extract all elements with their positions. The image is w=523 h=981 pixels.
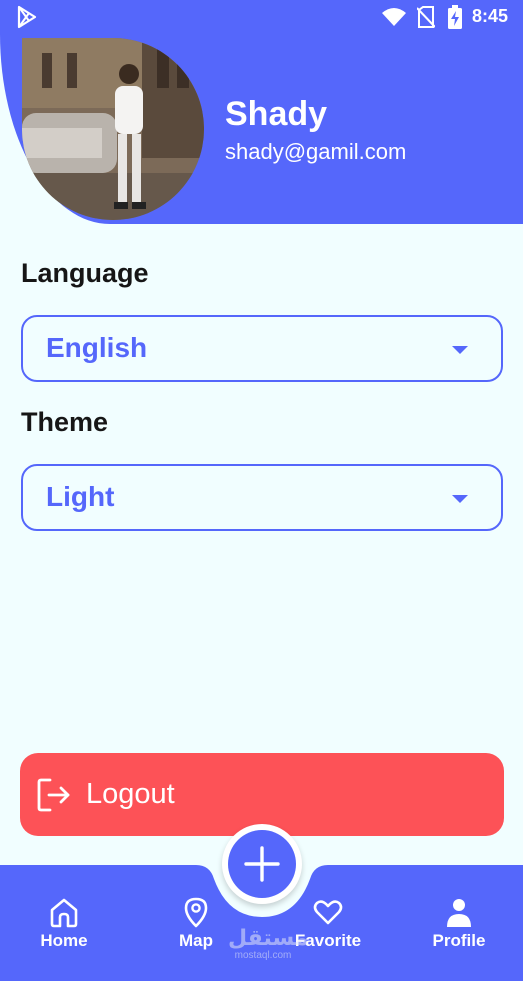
nav-item-home[interactable]: Home	[19, 895, 109, 965]
theme-label: Theme	[21, 407, 109, 437]
nav-label-home: Home	[40, 931, 88, 950]
no-sim-icon	[417, 6, 435, 28]
watermark-sub: mostaql.com	[234, 950, 292, 961]
map-pin-icon	[184, 897, 208, 928]
status-bar: 8:45	[0, 0, 523, 34]
profile-email: shady@gamil.com	[225, 139, 407, 164]
watermark-main: مستقل	[228, 926, 309, 951]
home-icon	[50, 898, 78, 928]
add-fab-button[interactable]	[222, 824, 302, 904]
battery-charging-icon	[448, 5, 462, 29]
theme-select[interactable]: Light	[21, 464, 503, 531]
theme-selected-value: Light	[46, 481, 115, 512]
play-store-icon	[17, 5, 37, 29]
wifi-icon	[382, 8, 406, 26]
status-time: 8:45	[472, 6, 509, 26]
fab-inner	[228, 830, 296, 898]
logout-label: Logout	[86, 778, 175, 810]
nav-label-profile: Profile	[432, 931, 486, 950]
language-label: Language	[21, 258, 149, 288]
profile-photo	[22, 38, 204, 220]
dropdown-caret-icon	[452, 346, 468, 354]
plus-icon	[244, 846, 280, 882]
language-select[interactable]: English	[21, 315, 503, 382]
logout-icon	[37, 778, 70, 812]
dropdown-caret-icon	[452, 495, 468, 503]
avatar[interactable]	[22, 38, 204, 220]
nav-item-profile[interactable]: Profile	[414, 895, 504, 965]
watermark: مستقل mostaql.com	[228, 926, 309, 962]
profile-name: Shady	[225, 95, 328, 133]
heart-icon	[313, 900, 343, 925]
language-selected-value: English	[46, 332, 148, 363]
person-icon	[447, 899, 471, 927]
